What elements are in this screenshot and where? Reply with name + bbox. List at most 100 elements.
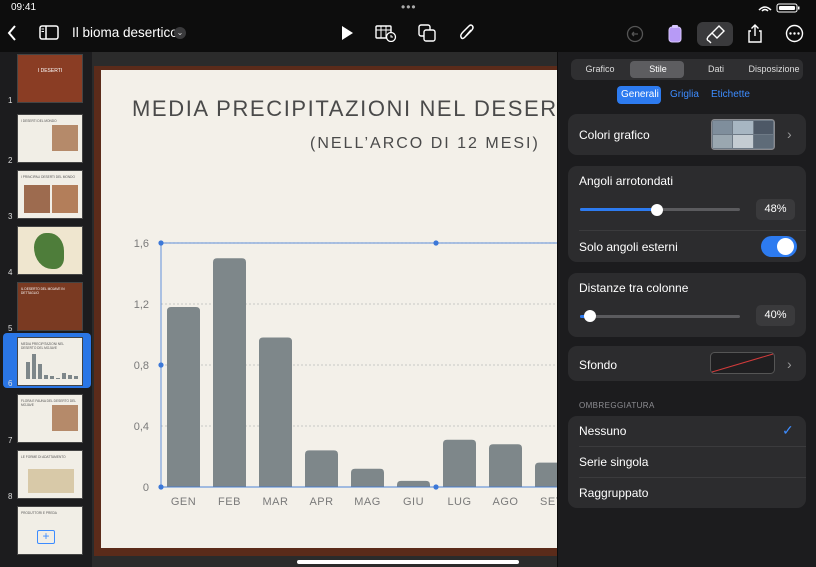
thumbnail-bar xyxy=(56,377,60,379)
chart-bar xyxy=(305,450,338,487)
tab-stile[interactable]: Stile xyxy=(629,59,687,80)
home-indicator xyxy=(297,560,519,564)
shading-option-single-series[interactable]: Serie singola xyxy=(579,455,648,469)
status-icons xyxy=(757,3,803,16)
slide-thumbnail-row[interactable]: FLORA E FAUNA DEL DESERTO DEL MOJAVE 7 xyxy=(0,392,92,448)
slide-thumbnail-title: MEDIA PRECIPITAZIONI NEL DESERTO DEL MOJ… xyxy=(21,342,64,350)
slide-thumbnail-title: I DESERTI DEL MONDO xyxy=(21,119,57,123)
table-insert-icon[interactable] xyxy=(375,24,397,47)
thumbnail-image xyxy=(24,185,78,213)
play-icon[interactable] xyxy=(339,25,355,46)
column-gap-slider-knob[interactable] xyxy=(583,310,596,322)
slide-thumbnail-row[interactable]: I DESERTI 1 xyxy=(0,52,92,108)
shading-option-none[interactable]: Nessuno xyxy=(579,424,626,438)
chart-colors-label: Colori grafico xyxy=(579,128,650,142)
x-tick-label: FEB xyxy=(218,496,241,508)
thumbnail-bar xyxy=(50,376,54,379)
thumbnail-bar xyxy=(62,373,66,379)
thumbnail-bar xyxy=(32,353,36,379)
chart-bar xyxy=(535,462,557,487)
more-icon[interactable] xyxy=(785,24,804,48)
slide-thumbnail-title: PRODUTTORI E PREDA xyxy=(21,511,57,515)
sidebar-icon[interactable] xyxy=(39,25,59,46)
column-gap-value[interactable]: 40% xyxy=(756,305,795,326)
no-fill-swatch[interactable] xyxy=(710,352,775,374)
slide-thumbnail[interactable]: I DESERTI DEL MONDO xyxy=(17,114,83,163)
x-tick-label: GIU xyxy=(403,496,424,508)
selection-handle xyxy=(158,240,164,246)
slide-number: 5 xyxy=(8,324,13,333)
color-swatch[interactable] xyxy=(711,119,775,150)
multitasking-dots[interactable]: ••• xyxy=(401,0,417,14)
subtab-generali[interactable]: Generali xyxy=(621,89,659,100)
collaborate-icon[interactable] xyxy=(667,24,683,49)
chart-bar xyxy=(489,444,522,487)
subtab-griglia[interactable]: Griglia xyxy=(670,89,699,100)
y-tick-label: 0,4 xyxy=(134,421,149,433)
tab-dati[interactable]: Dati xyxy=(687,59,745,80)
y-tick-label: 1,6 xyxy=(134,238,149,250)
divider xyxy=(579,477,806,478)
slide-subtitle[interactable]: (NELL’ARCO DI 12 MESI) xyxy=(310,135,540,153)
undo-icon[interactable] xyxy=(626,25,644,48)
checkmark-icon: ✓ xyxy=(782,422,794,438)
slide-thumbnail[interactable]: MEDIA PRECIPITAZIONI NEL DESERTO DEL MOJ… xyxy=(17,337,83,386)
slide-thumbnail-row[interactable]: LE FORME DI ADATTAMENTO 8 xyxy=(0,448,92,504)
share-icon[interactable] xyxy=(746,24,764,49)
slide-thumbnail-title: IL DESERTO DEL MOJAVE IN DETTAGLIO xyxy=(21,287,65,295)
subtab-etichette[interactable]: Etichette xyxy=(711,89,750,100)
slide-thumbnail[interactable]: IL DESERTO DEL MOJAVE IN DETTAGLIO xyxy=(17,282,83,331)
x-tick-label: AGO xyxy=(493,496,519,508)
clock: 09:41 xyxy=(11,2,37,13)
slide-thumbnail[interactable]: LE FORME DI ADATTAMENTO xyxy=(17,450,83,499)
thumbnail-bar xyxy=(38,363,42,379)
chevron-down-icon[interactable]: ⌄ xyxy=(174,27,186,39)
slide-number: 4 xyxy=(8,268,13,277)
slide-navigator: I DESERTI 1 I DESERTI DEL MONDO 2 I PRINCIPA… xyxy=(0,52,92,567)
slide-thumbnail[interactable]: I PRINCIPALI DESERTI DEL MONDO xyxy=(17,170,83,219)
format-tabs: Grafico Stile Dati Disposizione xyxy=(571,59,803,80)
x-tick-label: GEN xyxy=(171,496,196,508)
rounded-corners-slider-knob[interactable] xyxy=(650,203,663,216)
paperclip-icon[interactable] xyxy=(459,24,475,47)
tab-grafico[interactable]: Grafico xyxy=(571,59,629,80)
back-chevron-icon[interactable] xyxy=(4,24,20,47)
slide-thumbnail-row[interactable]: I PRINCIPALI DESERTI DEL MONDO 3 xyxy=(0,168,92,224)
divider xyxy=(579,230,806,231)
shading-option-grouped[interactable]: Raggruppato xyxy=(579,486,648,500)
slide-number: 7 xyxy=(8,436,13,445)
thumbnail-image xyxy=(28,469,74,493)
slide-thumbnail-row[interactable]: MEDIA PRECIPITAZIONI NEL DESERTO DEL MOJ… xyxy=(0,335,92,391)
slide-thumbnail-row[interactable]: 4 xyxy=(0,224,92,280)
thumbnail-bar xyxy=(74,376,78,379)
selection-handle xyxy=(158,362,164,368)
toggle-knob xyxy=(777,238,794,255)
x-tick-label: SET xyxy=(540,496,557,508)
y-tick-label: 0 xyxy=(143,482,149,494)
format-button[interactable] xyxy=(697,22,733,46)
rounded-corners-slider-fill xyxy=(580,208,657,211)
slide-thumbnail-title: I DESERTI xyxy=(37,68,63,74)
chevron-right-icon: › xyxy=(787,126,792,142)
bar-chart[interactable]: 0 0,4 0,8 1,2 1,6 GEN FEB MAR APR MAG GIU LUG AGO SET xyxy=(101,230,557,520)
slide-thumbnail[interactable]: I DESERTI xyxy=(17,54,83,103)
tab-disposizione[interactable]: Disposizione xyxy=(745,59,803,80)
add-slide-icon[interactable]: + xyxy=(37,530,55,544)
format-brush-icon xyxy=(706,25,725,44)
thumbnail-image xyxy=(52,405,78,431)
slide-thumbnail-row[interactable]: IL DESERTO DEL MOJAVE IN DETTAGLIO 5 xyxy=(0,280,92,336)
column-gap-slider[interactable] xyxy=(580,315,740,318)
column-gap-label: Distanze tra colonne xyxy=(579,281,689,295)
slide-thumbnail[interactable]: FLORA E FAUNA DEL DESERTO DEL MOJAVE xyxy=(17,394,83,443)
selection-handle xyxy=(158,484,164,490)
rounded-corners-label: Angoli arrotondati xyxy=(579,174,674,188)
slide-thumbnail-row[interactable]: I DESERTI DEL MONDO 2 xyxy=(0,112,92,168)
document-title[interactable]: Il bioma desertico xyxy=(72,25,178,40)
rounded-corners-value[interactable]: 48% xyxy=(756,199,795,220)
status-bar: 09:41 ••• xyxy=(0,0,816,16)
slide-thumbnail[interactable] xyxy=(17,226,83,275)
slide-number: 8 xyxy=(8,492,13,501)
chart-bar xyxy=(167,307,200,487)
slide-number: 3 xyxy=(8,212,13,221)
shapes-icon[interactable] xyxy=(418,24,438,47)
